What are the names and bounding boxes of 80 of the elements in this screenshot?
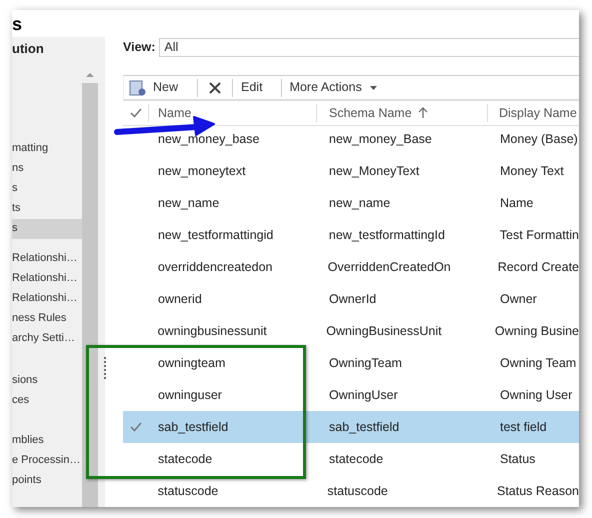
window-title: s — [12, 14, 22, 32]
table-cell-text: new_MoneyText — [328, 162, 420, 180]
table-cell-text: Status Reason — [496, 482, 579, 500]
table-row[interactable]: owningteam OwningTeam Owning Team — [123, 347, 579, 379]
table-cell-text: ownerid — [157, 290, 203, 308]
edit-button[interactable]: Edit — [233, 76, 271, 99]
sort-up-icon — [418, 107, 428, 118]
sidebar-item[interactable]: s — [12, 218, 82, 238]
table-cell-text: new_testformattingid — [156, 226, 274, 244]
table-row[interactable]: sab_testfield sab_testfield test field — [123, 411, 579, 443]
sidebar-item[interactable]: ns — [12, 158, 82, 178]
table-cell-text: statecode — [157, 450, 214, 468]
table-cell-text: OwningUser — [328, 386, 399, 404]
new-button[interactable]: New — [124, 76, 184, 99]
table-row[interactable]: ownerid OwnerId Owner — [123, 283, 579, 315]
sidebar-item[interactable]: Relationshi… — [12, 268, 82, 288]
sidebar-item[interactable]: e Processin… — [12, 450, 82, 470]
view-label: View: — [123, 39, 156, 56]
table-cell-text: owninguser — [157, 386, 223, 404]
table-cell-text: Name — [499, 194, 534, 212]
table-row[interactable]: statuscode statuscode Status Reason — [123, 475, 579, 507]
sidebar-item[interactable]: mblies — [12, 430, 82, 450]
table-row[interactable]: new_money_base new_money_Base Money (Base) — [123, 123, 579, 155]
table-row[interactable]: new_name new_name Name — [123, 187, 579, 219]
sidebar-item[interactable]: points — [12, 470, 82, 490]
table-cell-text: statecode — [328, 450, 384, 468]
table-cell-text: owningbusinessunit — [156, 322, 268, 340]
sidebar-item[interactable]: sions — [12, 370, 82, 390]
table-cell-text: Owning Team — [499, 354, 576, 372]
column-header[interactable]: Display Name — [499, 104, 577, 122]
table-row[interactable]: statecode statecode Status — [123, 443, 579, 475]
column-header[interactable]: Schema Name — [329, 104, 428, 122]
new-record-icon — [129, 80, 147, 96]
caret-icon — [370, 86, 377, 90]
sidebar-item[interactable]: Relationshi… — [12, 288, 82, 308]
sidebar-item[interactable]: ness Rules — [12, 308, 82, 328]
table-row[interactable]: overriddencreatedon OverriddenCreatedOn Record Create — [123, 251, 579, 283]
table-cell-text: Status — [499, 450, 536, 468]
table-cell-text: OwningTeam — [328, 354, 403, 372]
table-cell-text: OwningBusinessUnit — [325, 322, 443, 340]
table-cell-text: new_money_base — [157, 130, 260, 148]
table-cell-text: Record Create — [496, 258, 579, 276]
table-cell-text: new_name — [157, 194, 220, 212]
sidebar-item[interactable]: ts — [12, 198, 82, 218]
table-cell-text: statuscode — [326, 482, 389, 500]
table-row[interactable]: owningbusinessunit OwningBusinessUnit Owning Busine — [123, 315, 579, 347]
table-cell-text: new_money_Base — [328, 130, 433, 148]
table-cell-text: sab_testfield — [157, 418, 230, 436]
table-cell-text: Owner — [499, 290, 537, 308]
table-cell-text: OwnerId — [328, 290, 378, 308]
sidebar-item[interactable]: s — [12, 178, 82, 198]
table-cell-text: new_name — [328, 194, 392, 212]
table-cell-text: statuscode — [156, 482, 220, 500]
table-cell-text: Money Text — [499, 162, 564, 180]
table-cell-text: Money (Base) — [499, 130, 578, 148]
sidebar-item[interactable]: archy Setti… — [12, 328, 82, 348]
table-cell-text: overriddencreatedon — [156, 258, 274, 276]
table-cell-text: test field — [499, 418, 547, 436]
table-cell-text: OverriddenCreatedOn — [326, 258, 452, 276]
table-cell-text: Owning Busine — [494, 322, 579, 340]
check-icon — [130, 108, 142, 118]
check-icon — [130, 422, 142, 432]
sidebar-heading: ution — [12, 40, 45, 58]
table-cell-text: new_testformattingId — [328, 226, 446, 244]
column-header[interactable]: Name — [158, 104, 192, 122]
table-row[interactable]: new_testformattingid new_testformattingId Test Formattin — [123, 219, 579, 251]
table-cell-text: Test Formattin — [498, 226, 579, 244]
table-cell-text: sab_testfield — [328, 418, 400, 436]
resize-handle-icon[interactable] — [103, 357, 107, 379]
sidebar-item[interactable]: matting — [12, 138, 82, 158]
more-actions-button[interactable]: More Actions — [282, 76, 385, 99]
table-cell-text: owningteam — [157, 354, 226, 372]
sidebar-item[interactable]: ces — [12, 390, 82, 410]
view-selector[interactable]: All — [159, 38, 579, 58]
table-row[interactable]: new_moneytext new_MoneyText Money Text — [123, 155, 579, 187]
sidebar-item[interactable]: Relationshi… — [12, 248, 82, 268]
table-cell-text: new_moneytext — [157, 162, 247, 180]
table-cell-text: Owning User — [499, 386, 572, 404]
table-row[interactable]: owninguser OwningUser Owning User — [123, 379, 579, 411]
delete-icon — [208, 80, 222, 95]
